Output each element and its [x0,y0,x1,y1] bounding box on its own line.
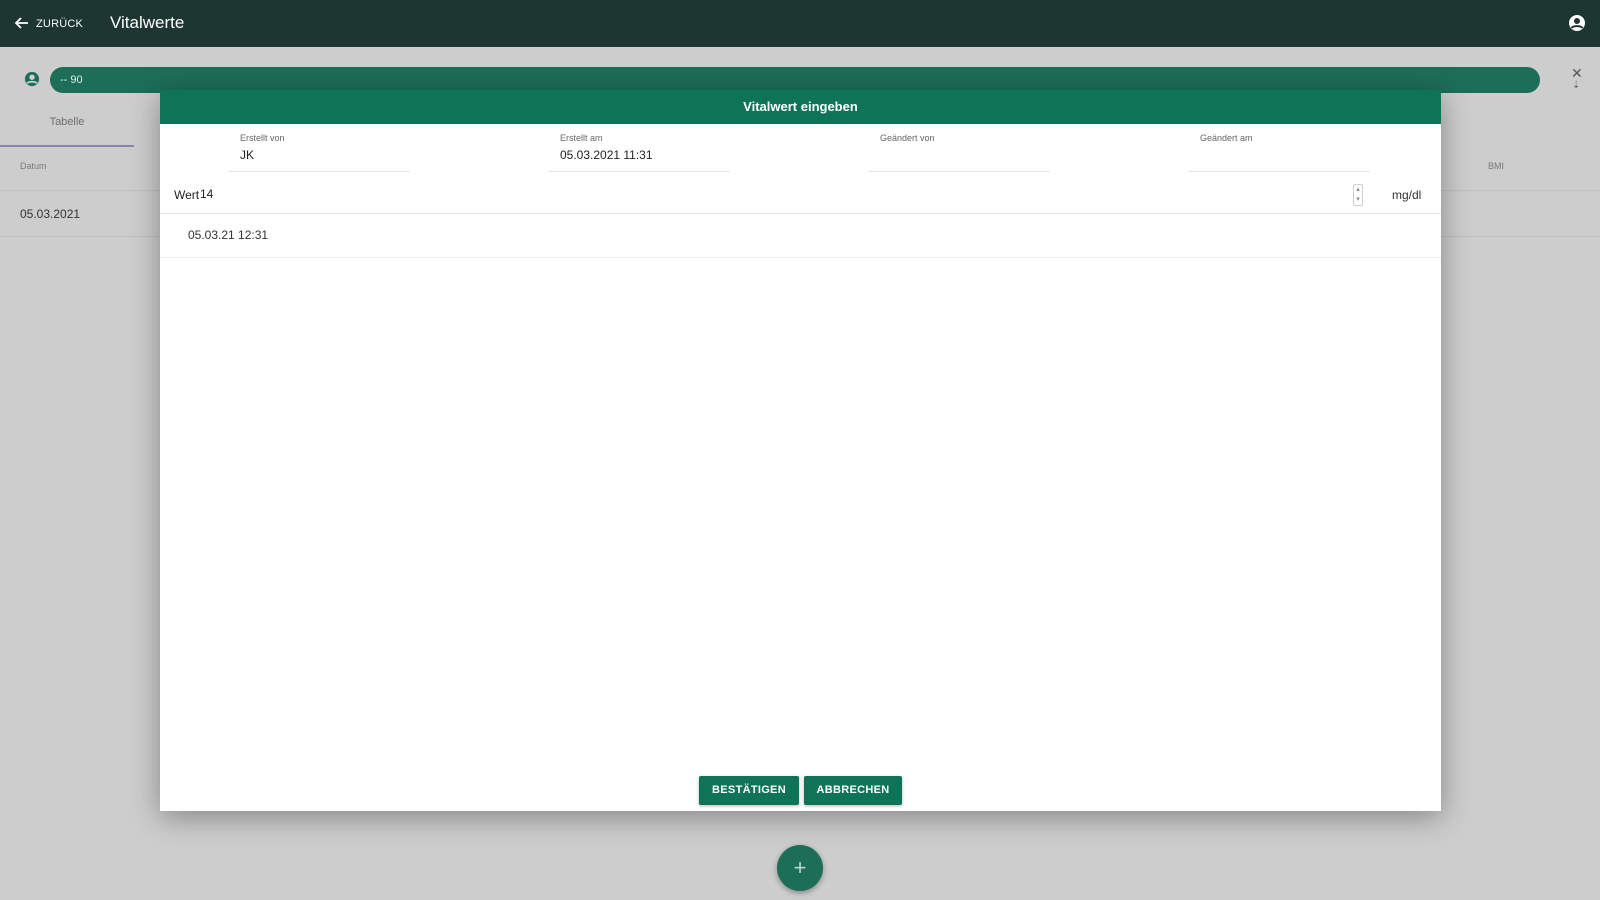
meta-erstellt-von: Erstellt von JK [228,130,410,172]
column-header-bmi: BMI [1488,161,1505,171]
arrow-left-icon [14,15,30,34]
cancel-button[interactable]: ABBRECHEN [804,776,902,805]
meta-label: Erstellt von [240,133,285,143]
app-bar: ZURÜCK Vitalwerte [0,0,1600,47]
unit-label: mg/dl [1392,188,1422,202]
back-button[interactable]: ZURÜCK [14,12,83,36]
add-button[interactable]: + [777,845,823,891]
plus-icon: + [793,855,807,880]
column-header-datum: Datum [20,161,47,171]
datetime-value: 05.03.21 12:31 [188,228,269,242]
meta-label: Geändert von [880,133,935,143]
tab-tabelle[interactable]: Tabelle [0,107,134,147]
wert-row: Wert ▴▾ mg/dl [160,176,1441,214]
datetime-field[interactable]: 05.03.21 12:31 [160,214,1441,258]
back-label: ZURÜCK [36,18,84,30]
meta-geaendert-am: Geändert am [1188,130,1370,172]
row-date: 05.03.2021 [20,207,81,221]
account-icon[interactable] [1568,14,1586,37]
wert-input[interactable] [200,182,1345,206]
dialog-title: Vitalwert eingeben [160,90,1441,124]
sort-icon[interactable]: ⇣ [1572,80,1580,91]
meta-geaendert-von: Geändert von [868,130,1050,172]
meta-label: Erstellt am [560,133,603,143]
vitalwert-dialog: Vitalwert eingeben Erstellt von JK Erste… [160,90,1441,811]
wert-label: Wert [174,188,200,202]
page-title: Vitalwerte [110,13,185,32]
meta-erstellt-am: Erstellt am 05.03.2021 11:31 [548,130,730,172]
patient-avatar-icon [24,71,40,92]
meta-label: Geändert am [1200,133,1253,143]
meta-value: 05.03.2021 11:31 [560,148,653,162]
confirm-button[interactable]: BESTÄTIGEN [699,776,799,805]
number-stepper[interactable]: ▴ ▾ [1353,184,1363,206]
meta-value: JK [240,148,255,162]
